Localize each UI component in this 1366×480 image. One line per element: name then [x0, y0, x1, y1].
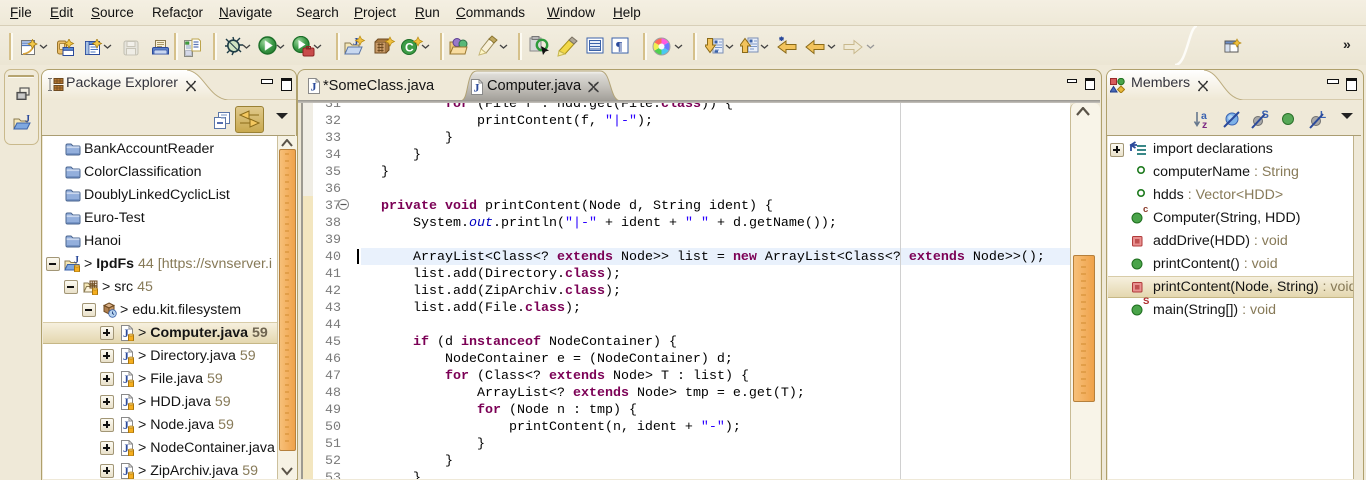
svg-text:J: J	[25, 114, 30, 125]
svg-text:¶: ¶	[616, 39, 623, 54]
svg-text:z: z	[1202, 119, 1207, 130]
svg-text:C: C	[405, 41, 414, 55]
